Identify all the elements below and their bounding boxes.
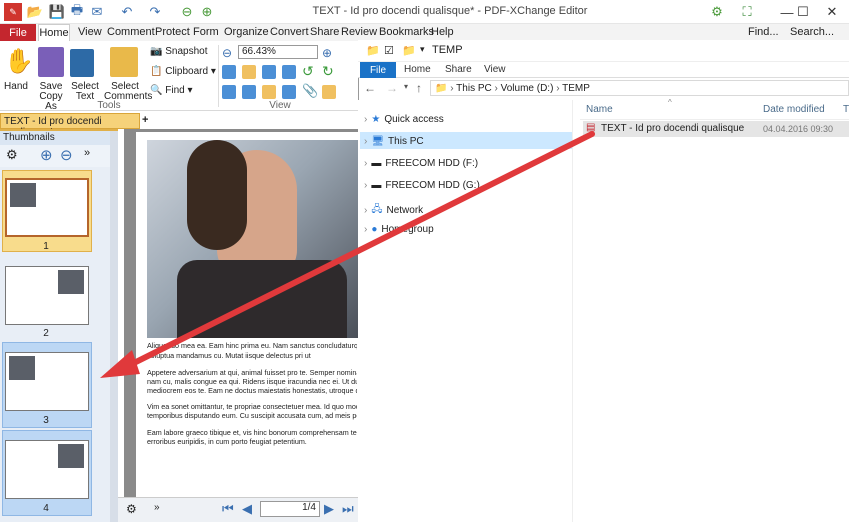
drag-arrow	[100, 131, 595, 378]
arrow-shaft	[125, 131, 595, 369]
arrow-head	[100, 350, 140, 378]
